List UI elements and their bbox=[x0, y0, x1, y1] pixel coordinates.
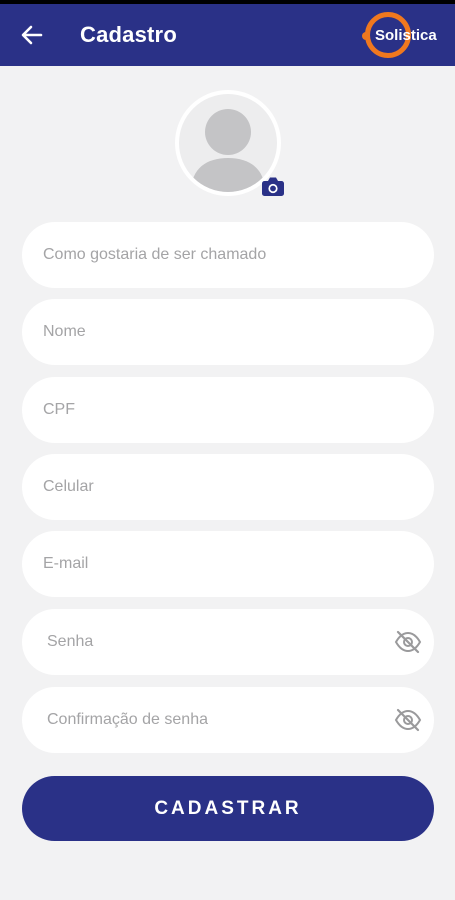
profile-photo[interactable] bbox=[175, 90, 284, 196]
cpf-field[interactable] bbox=[22, 377, 434, 443]
password-confirm-field-container bbox=[22, 687, 434, 753]
cpf-field-container bbox=[22, 377, 434, 443]
eye-off-icon bbox=[394, 708, 422, 732]
toggle-password-confirm-visibility-button[interactable] bbox=[394, 706, 422, 734]
toggle-password-visibility-button[interactable] bbox=[394, 628, 422, 656]
nickname-field[interactable] bbox=[22, 222, 434, 288]
phone-field-container bbox=[22, 454, 434, 520]
register-button[interactable]: CADASTRAR bbox=[22, 776, 434, 841]
password-confirm-field[interactable] bbox=[22, 687, 434, 753]
password-field-container bbox=[22, 609, 434, 675]
page-title: Cadastro bbox=[80, 22, 177, 47]
name-field[interactable] bbox=[22, 299, 434, 365]
name-field-container bbox=[22, 299, 434, 365]
arrow-left-icon bbox=[21, 25, 43, 45]
email-field-container bbox=[22, 531, 434, 597]
brand-name: Solistica bbox=[375, 27, 437, 44]
eye-off-icon bbox=[394, 630, 422, 654]
back-button[interactable] bbox=[14, 20, 50, 50]
brand-logo: Solistica bbox=[361, 6, 447, 64]
nickname-field-container bbox=[22, 222, 434, 288]
app-bar: Cadastro Solistica bbox=[0, 4, 455, 66]
change-photo-button[interactable] bbox=[261, 176, 285, 198]
phone-field[interactable] bbox=[22, 454, 434, 520]
password-field[interactable] bbox=[22, 609, 434, 675]
brand-dot bbox=[362, 32, 370, 40]
camera-icon bbox=[262, 177, 284, 196]
email-field[interactable] bbox=[22, 531, 434, 597]
